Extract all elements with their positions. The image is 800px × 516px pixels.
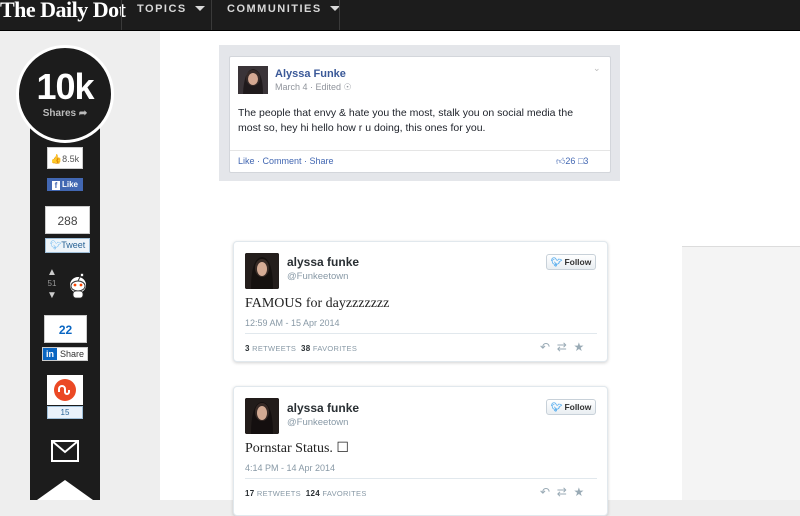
nav-communities-label: COMMUNITIES	[227, 3, 322, 15]
share-total-label: Shares ➦	[42, 108, 88, 119]
retweet-icon[interactable]: ⇄	[557, 340, 567, 354]
reddit-score: 51	[47, 279, 57, 288]
tweet-author-name[interactable]: alyssa funke	[287, 255, 359, 269]
share-arrow-icon: ➦	[78, 108, 88, 119]
tweet-text: FAMOUS for dayzzzzzzz	[245, 296, 390, 311]
tweet-text: Pornstar Status. ☐	[245, 441, 349, 456]
facebook-icon: f	[51, 181, 60, 190]
tweet-count: 288	[45, 206, 90, 234]
top-navigation-bar: The Daily Dot TOPICS COMMUNITIES	[0, 0, 800, 31]
tweet-actions: ↶ ⇄ ★	[540, 485, 584, 499]
facebook-like-button[interactable]: f Like	[47, 178, 83, 191]
stumbleupon-button[interactable]	[47, 375, 83, 405]
facebook-post-text: The people that envy & hate you the most…	[238, 107, 574, 134]
tweet-author-avatar[interactable]	[245, 253, 279, 289]
tweet-author-handle[interactable]: @Funkeetown	[287, 417, 348, 428]
thumbs-up-icon: 👍	[50, 154, 63, 164]
facebook-post-stats: 👍︎26 □3	[556, 156, 589, 166]
scroll-indicator	[37, 480, 93, 500]
facebook-author-avatar[interactable]	[238, 66, 268, 94]
tweet-timestamp[interactable]: 4:14 PM - 14 Apr 2014	[245, 463, 335, 473]
twitter-bird-icon: 🐦︎	[49, 240, 62, 250]
tweet-stats: 17 RETWEETS 124 FAVORITES	[245, 489, 367, 498]
facebook-author-name[interactable]: Alyssa Funke	[275, 68, 346, 80]
nav-topics-label: TOPICS	[137, 3, 187, 15]
email-share-icon[interactable]	[51, 440, 79, 462]
twitter-bird-icon: 🐦︎	[550, 257, 563, 267]
follow-button[interactable]: 🐦︎ Follow	[546, 254, 596, 270]
facebook-post-actions[interactable]: Like · Comment · Share	[238, 156, 334, 166]
linkedin-icon: in	[43, 348, 57, 360]
nav-divider	[339, 0, 340, 30]
facebook-divider	[230, 150, 610, 151]
favorite-icon[interactable]: ★	[573, 485, 584, 499]
reply-icon[interactable]: ↶	[540, 485, 550, 499]
tweet-actions: ↶ ⇄ ★	[540, 340, 584, 354]
reply-icon[interactable]: ↶	[540, 340, 550, 354]
right-sidebar-panel	[682, 31, 800, 247]
nav-topics[interactable]: TOPICS	[137, 0, 205, 30]
share-total-count: 10k	[36, 66, 94, 107]
tweet-divider	[245, 478, 597, 479]
nav-divider	[211, 0, 212, 30]
linkedin-share-button[interactable]: in Share	[42, 347, 88, 361]
tweet-timestamp[interactable]: 12:59 AM - 15 Apr 2014	[245, 318, 340, 328]
favorite-icon[interactable]: ★	[573, 340, 584, 354]
tweet-author-name[interactable]: alyssa funke	[287, 401, 359, 415]
facebook-like-count: 👍8.5k	[47, 147, 83, 169]
tweet-author-handle[interactable]: @Funkeetown	[287, 271, 348, 282]
tweet-divider	[245, 333, 597, 334]
follow-button[interactable]: 🐦︎ Follow	[546, 399, 596, 415]
stumbleupon-icon	[54, 379, 76, 401]
share-total-badge: 10k Shares ➦	[16, 45, 114, 143]
facebook-post-meta: March 4 · Edited ☉	[275, 82, 352, 92]
reddit-downvote-icon[interactable]: ▼	[47, 290, 57, 301]
twitter-bird-icon: 🐦︎	[550, 402, 563, 412]
chevron-down-icon	[194, 6, 205, 11]
tweet-button[interactable]: 🐦︎Tweet	[45, 238, 90, 253]
stumbleupon-count: 15	[47, 406, 83, 419]
tweet-author-avatar[interactable]	[245, 398, 279, 434]
like-icon: 👍︎	[556, 156, 566, 166]
reddit-upvote-icon[interactable]: ▲	[47, 267, 57, 278]
reddit-alien-icon[interactable]	[66, 270, 90, 300]
nav-communities[interactable]: COMMUNITIES	[227, 0, 340, 30]
globe-icon: ☉	[343, 82, 352, 92]
retweet-icon[interactable]: ⇄	[557, 485, 567, 499]
nav-divider	[121, 0, 122, 30]
chevron-down-icon[interactable]: ⌄	[593, 63, 601, 74]
site-logo[interactable]: The Daily Dot	[0, 0, 126, 23]
tweet-stats: 3 RETWEETS 38 FAVORITES	[245, 344, 358, 353]
linkedin-share-count: 22	[44, 315, 87, 343]
